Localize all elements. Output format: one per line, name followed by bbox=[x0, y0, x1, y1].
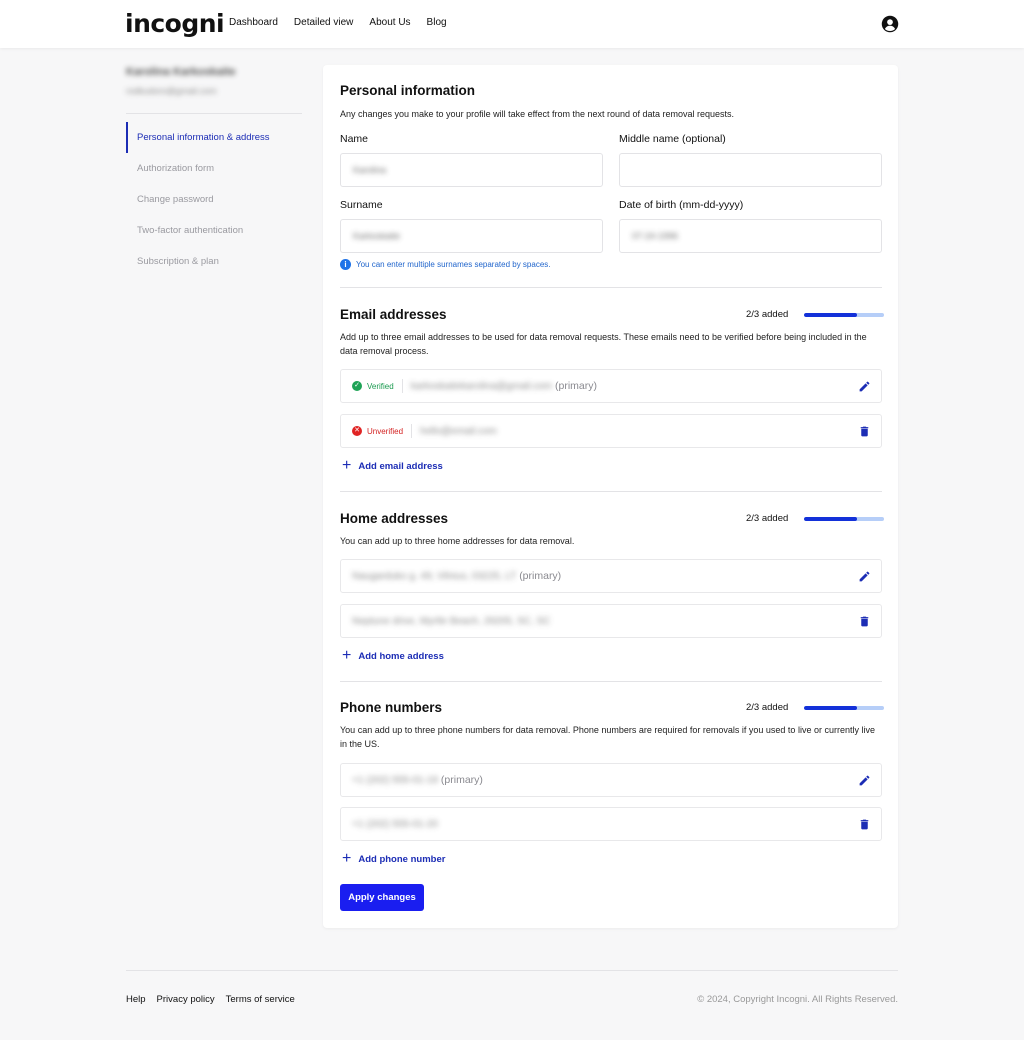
account-icon[interactable] bbox=[881, 15, 899, 33]
home-row-primary[interactable]: Naugarduko g. 49, Vilnius, 03225, LT (pr… bbox=[340, 559, 882, 593]
footer-terms-link[interactable]: Terms of service bbox=[226, 994, 295, 1005]
top-bar: incogni Dashboard Detailed view About Us… bbox=[0, 0, 1024, 48]
incogni-logo[interactable]: incogni bbox=[125, 9, 225, 38]
nav-dashboard[interactable]: Dashboard bbox=[229, 17, 278, 28]
sidebar-item-authorization-form[interactable]: Authorization form bbox=[126, 153, 302, 184]
home-progress: 2/3 added bbox=[746, 513, 884, 524]
plus-icon: + bbox=[342, 457, 352, 474]
phone-section-title: Phone numbers bbox=[340, 700, 443, 715]
user-email: rodkudoro@gmail.com bbox=[126, 86, 217, 96]
email-row-primary[interactable]: ✓ Verified karkoskaitekarolina@gmail.com… bbox=[340, 369, 882, 403]
add-phone-button[interactable]: + Add phone number bbox=[342, 850, 446, 867]
address-value: Naugarduko g. 49, Vilnius, 03225, LT bbox=[352, 570, 517, 582]
trash-icon[interactable] bbox=[858, 425, 871, 438]
apply-changes-button[interactable]: Apply changes bbox=[340, 884, 424, 911]
home-progress-fill bbox=[804, 516, 858, 521]
phone-row-secondary[interactable]: +1 (202) 555-01-20 bbox=[340, 807, 882, 841]
trash-icon[interactable] bbox=[858, 615, 871, 628]
add-email-label: Add email address bbox=[358, 460, 443, 472]
add-home-button[interactable]: + Add home address bbox=[342, 647, 444, 664]
email-section-title: Email addresses bbox=[340, 307, 447, 322]
plus-icon: + bbox=[342, 647, 352, 664]
email-progress: 2/3 added bbox=[746, 309, 884, 320]
surname-value: Karkoskaite bbox=[353, 231, 401, 241]
footer-help-link[interactable]: Help bbox=[126, 994, 146, 1005]
name-input[interactable]: Karolina bbox=[340, 153, 603, 187]
phone-value: +1 (202) 555-01-20 bbox=[352, 818, 438, 830]
edit-icon[interactable] bbox=[858, 380, 871, 393]
dob-input[interactable]: 07-24-1996 bbox=[619, 219, 882, 253]
email-progress-text: 2/3 added bbox=[746, 309, 789, 320]
add-phone-label: Add phone number bbox=[358, 853, 446, 865]
sidebar-item-change-password[interactable]: Change password bbox=[126, 184, 302, 215]
personal-info-description: Any changes you make to your profile wil… bbox=[340, 109, 735, 119]
footer-links: Help Privacy policy Terms of service bbox=[126, 994, 295, 1005]
footer-privacy-link[interactable]: Privacy policy bbox=[157, 994, 215, 1005]
email-value: hello@email.com bbox=[420, 425, 497, 437]
home-progress-bar bbox=[804, 516, 884, 521]
surname-hint: i You can enter multiple surnames separa… bbox=[340, 259, 550, 270]
sidebar-menu: Personal information & address Authoriza… bbox=[126, 122, 302, 277]
email-section-description: Add up to three email addresses to be us… bbox=[340, 332, 867, 356]
primary-label: (primary) bbox=[440, 774, 483, 786]
trash-icon[interactable] bbox=[858, 818, 871, 831]
primary-label: (primary) bbox=[555, 380, 598, 392]
email-progress-bar bbox=[804, 312, 884, 317]
middle-name-input[interactable] bbox=[619, 153, 882, 187]
personal-info-title: Personal information bbox=[340, 83, 476, 98]
email-value: karkoskaitekarolina@gmail.com bbox=[410, 380, 553, 392]
nav-about-us[interactable]: About Us bbox=[369, 17, 410, 28]
address-value: Neptune drive, Myrtle Beach, 29205, SC, … bbox=[352, 615, 551, 627]
name-label: Name bbox=[340, 133, 369, 145]
plus-icon: + bbox=[342, 850, 352, 867]
unverified-status: ✕ Unverified bbox=[352, 424, 413, 438]
nav-detailed-view[interactable]: Detailed view bbox=[294, 17, 353, 28]
section-divider bbox=[340, 491, 882, 492]
dob-label: Date of birth (mm-dd-yyyy) bbox=[619, 199, 744, 211]
home-row-secondary[interactable]: Neptune drive, Myrtle Beach, 29205, SC, … bbox=[340, 604, 882, 638]
verified-status-label: Verified bbox=[367, 381, 394, 391]
user-name: Karolina Karkoskaite bbox=[126, 66, 236, 78]
email-progress-fill bbox=[804, 312, 858, 317]
main-nav: Dashboard Detailed view About Us Blog bbox=[229, 17, 447, 28]
footer-divider bbox=[126, 970, 898, 971]
phone-progress-bar bbox=[804, 705, 884, 710]
phone-progress: 2/3 added bbox=[746, 702, 884, 713]
nav-blog[interactable]: Blog bbox=[427, 17, 447, 28]
surname-label: Surname bbox=[340, 199, 383, 211]
section-divider bbox=[340, 681, 882, 682]
add-email-button[interactable]: + Add email address bbox=[342, 457, 443, 474]
phone-value: +1 (202) 555-01-19 bbox=[352, 774, 438, 786]
sidebar-divider bbox=[126, 113, 302, 114]
phone-section-description: You can add up to three phone numbers fo… bbox=[340, 725, 875, 749]
phone-row-primary[interactable]: +1 (202) 555-01-19 (primary) bbox=[340, 763, 882, 797]
profile-card: Personal information Any changes you mak… bbox=[323, 65, 898, 928]
surname-input[interactable]: Karkoskaite bbox=[340, 219, 603, 253]
sidebar-item-personal-information[interactable]: Personal information & address bbox=[126, 122, 302, 153]
name-value: Karolina bbox=[353, 165, 387, 175]
error-circle-icon: ✕ bbox=[352, 426, 362, 436]
home-section-title: Home addresses bbox=[340, 511, 449, 526]
copyright-text: © 2024, Copyright Incogni. All Rights Re… bbox=[697, 994, 898, 1005]
home-section-description: You can add up to three home addresses f… bbox=[340, 536, 575, 546]
phone-progress-text: 2/3 added bbox=[746, 702, 789, 713]
sidebar-item-two-factor[interactable]: Two-factor authentication bbox=[126, 215, 302, 246]
unverified-status-label: Unverified bbox=[367, 426, 404, 436]
edit-icon[interactable] bbox=[858, 774, 871, 787]
settings-sidebar: Karolina Karkoskaite rodkudoro@gmail.com… bbox=[126, 66, 302, 277]
dob-value: 07-24-1996 bbox=[632, 231, 679, 241]
add-home-label: Add home address bbox=[358, 650, 444, 662]
edit-icon[interactable] bbox=[858, 570, 871, 583]
section-divider bbox=[340, 287, 882, 288]
verified-status: ✓ Verified bbox=[352, 379, 403, 393]
phone-progress-fill bbox=[804, 705, 858, 710]
surname-hint-text: You can enter multiple surnames separate… bbox=[356, 260, 551, 269]
email-row-secondary[interactable]: ✕ Unverified hello@email.com bbox=[340, 414, 882, 448]
sidebar-item-subscription[interactable]: Subscription & plan bbox=[126, 246, 302, 277]
check-circle-icon: ✓ bbox=[352, 381, 362, 391]
home-progress-text: 2/3 added bbox=[746, 513, 789, 524]
middle-name-label: Middle name (optional) bbox=[619, 133, 726, 145]
primary-label: (primary) bbox=[519, 570, 562, 582]
info-icon: i bbox=[340, 259, 351, 270]
